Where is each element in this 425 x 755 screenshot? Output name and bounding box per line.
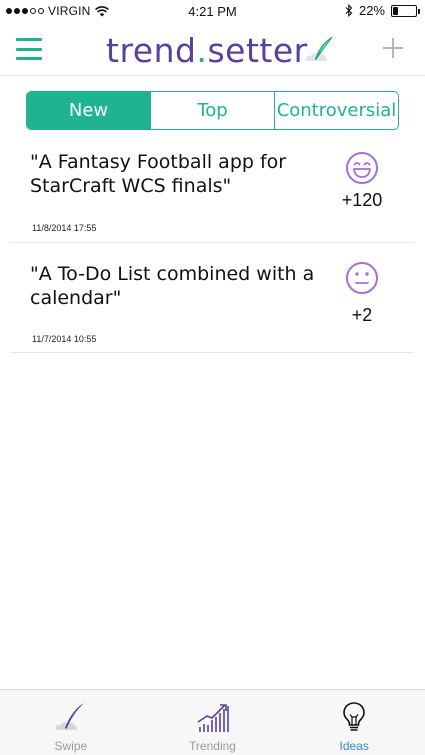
list-item[interactable]: "A Fantasy Football app for StarCraft WC… [10, 140, 414, 243]
add-button[interactable] [381, 36, 405, 60]
nav-bar: trend.setter [0, 24, 425, 76]
lightbulb-icon [343, 702, 365, 731]
idea-date: 11/8/2014 17:55 [32, 223, 97, 233]
plus-icon [383, 38, 403, 58]
hamburger-icon [16, 38, 42, 41]
menu-button[interactable] [16, 38, 42, 60]
tab-ideas[interactable]: Ideas [283, 690, 425, 755]
idea-date: 11/7/2014 10:55 [32, 334, 97, 344]
idea-text: "A Fantasy Football app for StarCraft WC… [30, 151, 287, 197]
tab-bar: Swipe Trending Ideas [0, 689, 425, 755]
segment-controversial[interactable]: Controversial [275, 92, 398, 129]
sort-segmented-control: New Top Controversial [26, 91, 399, 130]
segment-top[interactable]: Top [151, 92, 275, 129]
neutral-face-icon[interactable] [345, 261, 379, 295]
status-bar: VIRGIN 4:21 PM 22% [0, 0, 425, 24]
trending-chart-icon [197, 704, 229, 732]
tab-trending[interactable]: Trending [142, 690, 284, 755]
tab-label: Swipe [54, 739, 88, 753]
tab-label: Ideas [339, 739, 369, 753]
status-right: 22% [345, 3, 420, 18]
idea-score: +120 [341, 190, 383, 210]
bluetooth-icon [345, 4, 353, 17]
battery-fill [393, 6, 398, 15]
idea-score: +2 [351, 305, 373, 325]
idea-text: "A To-Do List combined with a calendar" [30, 263, 315, 309]
tab-swipe[interactable]: Swipe [0, 690, 142, 755]
idea-list: "A Fantasy Football app for StarCraft WC… [10, 140, 414, 353]
feather-cloud-icon [305, 36, 333, 61]
grin-face-icon[interactable] [345, 151, 379, 185]
battery-percent: 22% [358, 3, 385, 18]
logo-text: trend.setter [106, 30, 308, 70]
feather-cloud-icon [55, 703, 84, 730]
battery-icon [391, 4, 420, 17]
app-logo: trend.setter [106, 30, 338, 70]
segment-new[interactable]: New [27, 92, 151, 129]
tab-label: Trending [189, 739, 236, 753]
list-item[interactable]: "A To-Do List combined with a calendar" … [10, 243, 414, 353]
